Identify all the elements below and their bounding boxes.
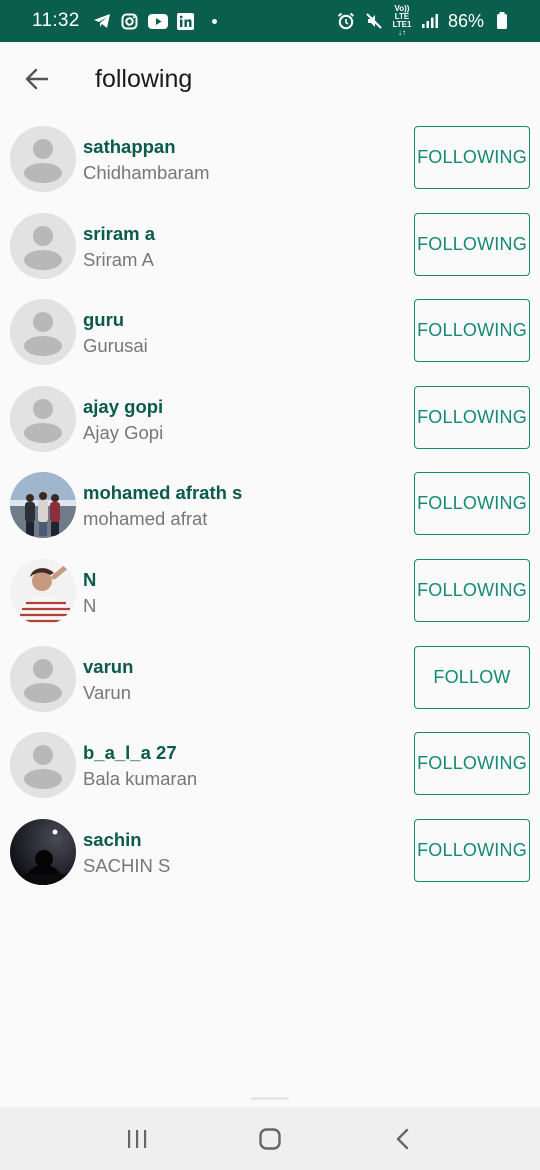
follow-toggle-button[interactable]: FOLLOWING	[414, 385, 530, 449]
user-row[interactable]: sathappan Chidhambaram FOLLOWING	[0, 116, 540, 203]
user-row[interactable]: sachin SACHIN S FOLLOWING	[0, 809, 540, 896]
sheet-handle	[251, 1097, 289, 1100]
user-name: varun	[83, 655, 134, 677]
notification-dot-icon	[211, 18, 217, 24]
linkedin-icon	[176, 12, 196, 30]
recent-apps-button[interactable]	[107, 1114, 167, 1164]
avatar[interactable]	[10, 558, 76, 625]
user-name: sachin	[83, 828, 142, 850]
avatar[interactable]	[10, 818, 76, 885]
user-name: sathappan	[83, 136, 176, 157]
user-fullname: Varun	[83, 681, 131, 703]
user-row[interactable]: b_a_l_a 27 Bala kumaran FOLLOWING	[0, 722, 540, 809]
back-nav-button[interactable]	[373, 1114, 433, 1164]
user-fullname: SACHIN S	[83, 854, 171, 876]
follow-toggle-button[interactable]: FOLLOWING	[414, 558, 530, 622]
avatar[interactable]	[10, 126, 76, 192]
status-time: 11:32	[32, 10, 80, 31]
user-fullname: Gurusai	[83, 335, 148, 357]
chevron-left-icon	[397, 1128, 409, 1149]
follow-toggle-button[interactable]: FOLLOWING	[414, 212, 530, 276]
battery-icon	[492, 12, 512, 30]
youtube-icon	[147, 12, 168, 30]
follow-toggle-button[interactable]: FOLLOWING	[414, 299, 530, 363]
follow-toggle-button[interactable]: FOLLOW	[414, 645, 530, 709]
back-button[interactable]	[17, 59, 57, 99]
follow-toggle-button[interactable]: FOLLOWING	[414, 472, 530, 536]
alarm-icon	[336, 12, 356, 30]
signal-icon	[420, 12, 440, 30]
user-fullname: Sriram A	[83, 248, 154, 270]
follow-toggle-button[interactable]: FOLLOWING	[414, 126, 530, 189]
following-list: sathappan Chidhambaram FOLLOWING sriram a Sr…	[0, 116, 540, 895]
user-name: b_a_l_a 27	[83, 742, 177, 764]
user-name: mohamed afrath s	[83, 482, 243, 504]
home-button[interactable]	[240, 1114, 300, 1164]
user-row[interactable]: ajay gopi Ajay Gopi FOLLOWING	[0, 376, 540, 463]
arrow-back-icon	[25, 68, 49, 90]
avatar[interactable]	[10, 472, 76, 539]
avatar[interactable]	[10, 212, 76, 279]
user-row[interactable]: varun Varun FOLLOW	[0, 636, 540, 723]
user-name: N	[83, 568, 97, 590]
user-name: guru	[83, 309, 125, 331]
user-fullname: Ajay Gopi	[83, 421, 164, 443]
user-fullname: N	[83, 594, 97, 616]
user-row[interactable]: guru Gurusai FOLLOWING	[0, 289, 540, 376]
mute-icon	[364, 12, 384, 30]
telegram-icon	[92, 12, 112, 30]
avatar[interactable]	[10, 732, 76, 799]
system-nav-bar	[0, 1107, 540, 1170]
instagram-icon	[120, 12, 140, 30]
user-name: sriram a	[83, 222, 155, 244]
avatar[interactable]	[10, 645, 76, 712]
page-title: following	[95, 64, 193, 93]
battery-percentage: 86%	[447, 10, 484, 31]
user-row[interactable]: mohamed afrath s mohamed afrat FOLLOWING	[0, 462, 540, 549]
user-fullname: Bala kumaran	[83, 768, 198, 790]
home-icon	[259, 1127, 281, 1150]
app-bar: following	[0, 42, 540, 116]
status-bar: 11:32 Vo)) LTE LTE1 ↓↑ 86%	[0, 0, 540, 42]
user-fullname: Chidhambaram	[83, 162, 210, 183]
avatar[interactable]	[10, 385, 76, 452]
user-fullname: mohamed afrat	[83, 508, 208, 530]
user-name: ajay gopi	[83, 395, 164, 417]
follow-toggle-button[interactable]: FOLLOWING	[414, 732, 530, 796]
volte-lte-icon: Vo)) LTE LTE1 ↓↑	[392, 4, 412, 37]
user-row[interactable]: N N FOLLOWING	[0, 549, 540, 636]
follow-toggle-button[interactable]: FOLLOWING	[414, 818, 530, 882]
avatar[interactable]	[10, 299, 76, 366]
user-row[interactable]: sriram a Sriram A FOLLOWING	[0, 203, 540, 290]
recent-apps-icon	[127, 1129, 146, 1148]
